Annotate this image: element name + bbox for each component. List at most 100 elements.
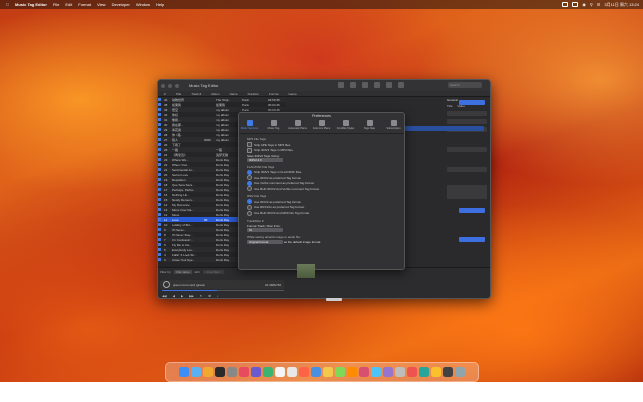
table-row[interactable]: 40 动物世界 The Origi... Punk 02:50:35 (158, 97, 286, 102)
menu-view[interactable]: View (97, 2, 106, 7)
safari-icon[interactable] (191, 367, 201, 377)
settings-icon[interactable] (227, 367, 237, 377)
status-icon[interactable] (562, 2, 569, 7)
playback-progress[interactable] (162, 290, 284, 291)
artwork-format-select[interactable]: Original Format (247, 239, 283, 244)
flac-option[interactable]: Use Both ID3V2 And Vorbis comment Tag fo… (247, 186, 404, 192)
table-row[interactable]: 38 如果我 如果我 Punk 00:04:46 (158, 102, 286, 107)
menu-format[interactable]: Format (78, 2, 91, 7)
flac-option[interactable]: Strip ID3V1 Tags in FLAC/DSF files. (247, 169, 404, 175)
close-button[interactable] (161, 83, 165, 88)
play-icon[interactable] (338, 82, 344, 88)
id3v2-version-select[interactable]: ID3V2.4.0 (247, 157, 283, 162)
notes-icon[interactable] (323, 367, 333, 377)
search-input[interactable]: Search (448, 82, 482, 88)
col-name[interactable]: Name (230, 92, 238, 96)
settings-icon[interactable] (386, 82, 392, 88)
checkbox[interactable] (247, 147, 252, 153)
wav-option[interactable]: Use Both ID3V2 And RIFFInfo Tag format. (247, 210, 404, 216)
tag-field-1[interactable] (447, 111, 487, 116)
messages-icon[interactable] (263, 367, 273, 377)
news-icon[interactable] (299, 367, 309, 377)
prefs-tab[interactable]: Tags Map (360, 119, 380, 133)
pages-icon[interactable] (431, 367, 441, 377)
repeat-icon[interactable]: ↻ (200, 294, 203, 298)
itunes-icon[interactable] (359, 367, 369, 377)
wav-option[interactable]: Use RIFFInfo as preferred Tag format. (247, 204, 404, 210)
music-icon[interactable] (239, 367, 249, 377)
menubar-clock[interactable]: 3月11日 周六 13:24 (604, 2, 639, 8)
textedit-icon[interactable] (395, 367, 405, 377)
preview-icon[interactable] (371, 367, 381, 377)
col-title[interactable]: Title (176, 92, 182, 96)
prefs-tab[interactable]: Credible Styles (336, 119, 356, 133)
mp3-option[interactable]: Strip ID3V1 Tags in MP3 files. (247, 147, 404, 153)
prefs-tab[interactable]: Subscription (384, 119, 404, 133)
zoom-button[interactable] (175, 83, 179, 88)
flac-option[interactable]: Use Vorbis comment as preferred Tag form… (247, 180, 404, 186)
folder-icon[interactable] (398, 82, 404, 88)
col-duration[interactable]: Duration (248, 92, 259, 96)
calendar-icon[interactable] (287, 367, 297, 377)
play-pause-icon[interactable] (163, 281, 170, 288)
battery-icon[interactable] (572, 2, 579, 7)
radio-button[interactable] (247, 169, 252, 175)
search-icon[interactable]: ⚲ (590, 2, 593, 7)
menu-help[interactable]: Help (156, 2, 164, 7)
track-format-select[interactable]: 01 (247, 227, 283, 232)
apply-button[interactable] (459, 208, 485, 213)
appstore-icon[interactable] (311, 367, 321, 377)
prefs-tab[interactable]: Columns Plans (312, 119, 332, 133)
xcode-icon[interactable] (383, 367, 393, 377)
tag-field-6[interactable] (447, 185, 487, 199)
save-button[interactable] (459, 237, 485, 242)
mp3-option[interactable]: Strip APE Tags in MP3 files. (247, 142, 404, 147)
checkbox[interactable] (247, 142, 252, 147)
apple-icon[interactable]:  (6, 2, 9, 7)
prefs-tab[interactable]: Music Tag (264, 119, 284, 133)
radio-button[interactable] (247, 204, 252, 210)
radio-button[interactable] (247, 186, 252, 192)
launchpad-icon[interactable] (203, 367, 213, 377)
edit-tag-button[interactable] (459, 100, 485, 105)
previous-icon[interactable]: ◀◀ (162, 294, 167, 298)
col-album[interactable]: Album (211, 92, 220, 96)
trash-icon[interactable] (455, 367, 465, 377)
menu-edit[interactable]: Edit (65, 2, 72, 7)
rewind-icon[interactable]: ◀ (173, 294, 175, 298)
maps-icon[interactable] (335, 367, 345, 377)
next-icon[interactable]: ▶▶ (189, 294, 194, 298)
wav-option[interactable]: Use ID3V2 as preferred Tag format. (247, 199, 404, 205)
control-center-icon[interactable]: ☰ (597, 2, 601, 7)
photos-icon[interactable] (347, 367, 357, 377)
radio-button[interactable] (247, 180, 252, 186)
menu-app-name[interactable]: Music Tag Editor (15, 2, 47, 7)
wifi-icon[interactable]: ◉ (582, 2, 586, 7)
col-number[interactable]: # (164, 92, 166, 96)
mail-icon[interactable] (275, 367, 285, 377)
filter-field-select[interactable]: File name (174, 270, 192, 274)
play-icon-small[interactable]: ▶ (181, 294, 183, 298)
tag-icon[interactable] (374, 82, 380, 88)
menu-window[interactable]: Window (136, 2, 150, 7)
list-icon[interactable] (362, 82, 368, 88)
tag-field-4[interactable] (447, 147, 487, 152)
finder-icon[interactable] (179, 367, 189, 377)
selected-field[interactable] (404, 126, 484, 131)
downloads-icon[interactable] (443, 367, 453, 377)
filter-input[interactable]: Input filter (202, 270, 224, 274)
podcasts-icon[interactable] (251, 367, 261, 377)
col-track[interactable]: Track # (191, 92, 201, 96)
col-format[interactable]: Format (269, 92, 279, 96)
refresh-icon[interactable] (350, 82, 356, 88)
menu-file[interactable]: File (53, 2, 59, 7)
volume-icon[interactable]: ♪ (217, 294, 219, 298)
col-genre[interactable]: Genre (289, 92, 297, 96)
tag-field-5[interactable] (447, 167, 487, 172)
radio-button[interactable] (247, 210, 252, 216)
prefs-tab[interactable]: Automatic Plans (288, 119, 308, 133)
window-handle[interactable] (326, 298, 342, 301)
terminal-icon[interactable] (215, 367, 225, 377)
radio-button[interactable] (247, 199, 252, 205)
numbers-icon[interactable] (419, 367, 429, 377)
